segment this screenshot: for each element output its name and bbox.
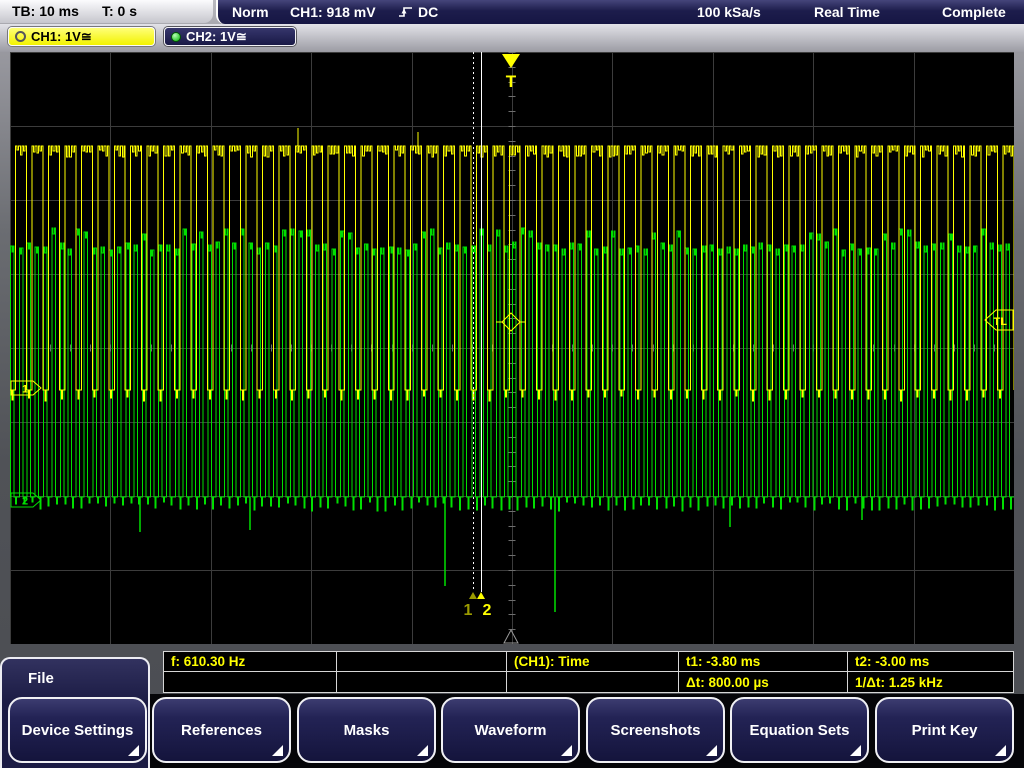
measurement-empty-cell — [337, 672, 507, 692]
trigger-level-label: TL — [994, 316, 1008, 328]
trigger-time-value: T: 0 s — [102, 0, 137, 23]
ch2-ground-label: 2 — [22, 496, 28, 508]
softkey-label: Device Settings — [22, 722, 134, 739]
channel2-badge[interactable]: CH2: 1V≅ — [164, 27, 296, 46]
submenu-triangle-icon — [417, 745, 428, 756]
submenu-triangle-icon — [706, 745, 717, 756]
cursor-type: (CH1): Time — [507, 652, 679, 672]
channel2-indicator-icon — [171, 32, 181, 42]
trigger-mode: Norm — [232, 0, 269, 24]
submenu-triangle-icon — [128, 745, 139, 756]
submenu-triangle-icon — [850, 745, 861, 756]
ch2-deep-spikes — [140, 497, 862, 612]
submenu-triangle-icon — [561, 745, 572, 756]
softkey-masks[interactable]: Masks — [297, 697, 436, 763]
channel-badge-row: CH1: 1V≅ CH2: 1V≅ — [0, 24, 1024, 52]
timebase-value: TB: 10 ms — [12, 0, 79, 23]
measurement-bar: f: 610.30 Hz (CH1): Time t1: -3.80 ms t2… — [163, 651, 1014, 693]
trigger-slope-icon — [398, 5, 414, 19]
trigger-source: CH1: 918 mV — [290, 0, 376, 24]
ch1-ground-label: 1 — [22, 384, 28, 396]
trigger-bottom-marker — [504, 630, 518, 643]
measurement-empty-cell — [507, 672, 679, 692]
softkey-label: Equation Sets — [749, 722, 849, 739]
timebase-box: TB: 10 ms T: 0 s — [0, 0, 213, 23]
cursor1-handle[interactable] — [469, 592, 477, 599]
softkey-waveform[interactable]: Waveform — [441, 697, 580, 763]
waveform-display[interactable]: 12TTL12 — [10, 52, 1014, 644]
softkey-device-settings[interactable]: Device Settings — [8, 697, 147, 763]
status-bar: Norm CH1: 918 mV DC 100 kSa/s Real Time … — [216, 0, 1024, 24]
measurement-empty-cell — [164, 672, 337, 692]
cursor-t1-value: t1: -3.80 ms — [679, 652, 848, 672]
cursor1-label: 1 — [464, 602, 473, 619]
softkey-label: Waveform — [475, 722, 547, 739]
softkey-label: References — [181, 722, 262, 739]
softkey-label: Screenshots — [610, 722, 700, 739]
waveform-svg: 12TTL12 — [10, 52, 1014, 644]
measurement-empty-cell — [337, 652, 507, 672]
softkey-equation-sets[interactable]: Equation Sets — [730, 697, 869, 763]
cursor-inv-dt-value: 1/Δt: 1.25 kHz — [848, 672, 1013, 692]
softkey-screenshots[interactable]: Screenshots — [586, 697, 725, 763]
submenu-triangle-icon — [272, 745, 283, 756]
channel2-label: CH2: 1V≅ — [186, 29, 247, 45]
softkey-references[interactable]: References — [152, 697, 291, 763]
trigger-marker-label: T — [506, 72, 517, 91]
cursor-dt-value: Δt: 800.00 µs — [679, 672, 848, 692]
ch2-trace — [10, 228, 1014, 511]
trigger-position-marker[interactable] — [502, 54, 520, 68]
softkey-label: Masks — [344, 722, 390, 739]
ch1-tall-spikes — [298, 128, 418, 146]
cursor-t2-value: t2: -3.00 ms — [848, 652, 1013, 672]
trigger-coupling: DC — [418, 0, 438, 24]
acquisition-status: Complete — [942, 0, 1006, 24]
acquisition-mode: Real Time — [814, 0, 880, 24]
channel1-label: CH1: 1V≅ — [31, 29, 92, 45]
submenu-triangle-icon — [995, 745, 1006, 756]
softkey-print-key[interactable]: Print Key — [875, 697, 1014, 763]
sample-rate: 100 kSa/s — [697, 0, 761, 24]
cursor2-label: 2 — [483, 602, 492, 619]
cursor2-handle[interactable] — [477, 592, 485, 599]
menu-title: File — [28, 670, 54, 687]
channel1-indicator-icon — [15, 31, 26, 42]
channel1-badge[interactable]: CH1: 1V≅ — [8, 27, 155, 46]
softkey-label: Print Key — [912, 722, 978, 739]
measurement-frequency: f: 610.30 Hz — [164, 652, 337, 672]
